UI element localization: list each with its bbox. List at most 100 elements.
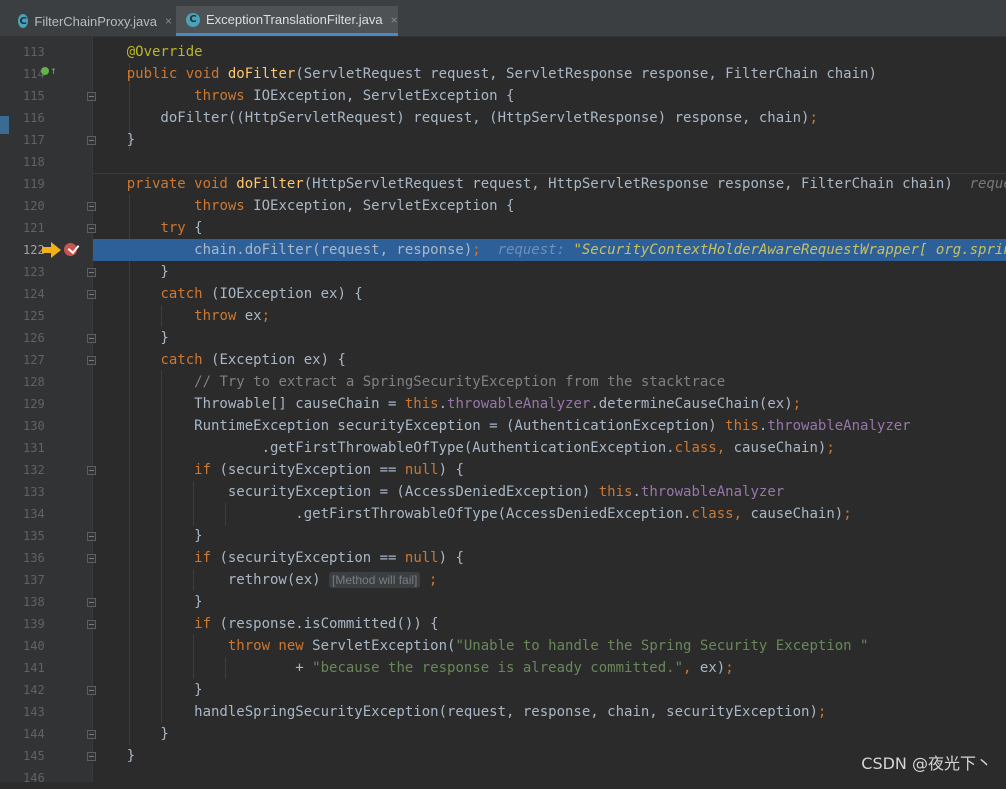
tool-window-strip: [0, 36, 9, 782]
code-editor[interactable]: @Override public void doFilter(ServletRe…: [93, 36, 1006, 782]
code-line[interactable]: .getFirstThrowableOfType(AccessDeniedExc…: [93, 503, 1006, 525]
fold-marker-icon[interactable]: [87, 92, 96, 101]
code-line[interactable]: [93, 151, 1006, 173]
line-number[interactable]: 123: [23, 261, 53, 283]
code-line[interactable]: public void doFilter(ServletRequest requ…: [93, 63, 1006, 85]
fold-marker-icon[interactable]: [87, 202, 96, 211]
fold-marker-icon[interactable]: [87, 224, 96, 233]
line-number[interactable]: 144: [23, 723, 53, 745]
code-token: {: [194, 220, 203, 236]
code-line[interactable]: securityException = (AccessDeniedExcepti…: [93, 481, 1006, 503]
code-line[interactable]: + "because the response is already commi…: [93, 657, 1006, 679]
fold-marker-icon[interactable]: [87, 268, 96, 277]
line-number[interactable]: 115: [23, 85, 53, 107]
line-number[interactable]: 134: [23, 503, 53, 525]
code-line[interactable]: rethrow(ex) [Method will fail] ;: [93, 569, 1006, 591]
line-number[interactable]: 119: [23, 173, 53, 195]
line-number[interactable]: 133: [23, 481, 53, 503]
line-number[interactable]: 124: [23, 283, 53, 305]
fold-marker-icon[interactable]: [87, 554, 96, 563]
line-number[interactable]: 128: [23, 371, 53, 393]
code-line[interactable]: }: [93, 679, 1006, 701]
line-number[interactable]: 125: [23, 305, 53, 327]
code-token: private void: [126, 176, 237, 192]
line-number[interactable]: 140: [23, 635, 53, 657]
code-line[interactable]: .getFirstThrowableOfType(AuthenticationE…: [93, 437, 1006, 459]
code-line[interactable]: if (securityException == null) {: [93, 547, 1006, 569]
code-line[interactable]: if (securityException == null) {: [93, 459, 1006, 481]
line-number[interactable]: 143: [23, 701, 53, 723]
fold-marker-icon[interactable]: [87, 466, 96, 475]
line-number[interactable]: 131: [23, 437, 53, 459]
code-line[interactable]: throw ex;: [93, 305, 1006, 327]
breakpoint-icon[interactable]: [64, 243, 77, 256]
code-line[interactable]: throws IOException, ServletException {: [93, 85, 1006, 107]
line-number[interactable]: 116: [23, 107, 53, 129]
line-number[interactable]: 136: [23, 547, 53, 569]
fold-marker-icon[interactable]: [87, 620, 96, 629]
code-line[interactable]: throws IOException, ServletException {: [93, 195, 1006, 217]
fold-marker-icon[interactable]: [87, 356, 96, 365]
implements-method-icon[interactable]: [41, 67, 49, 75]
tab-exception-translation-filter[interactable]: C ExceptionTranslationFilter.java ×: [176, 6, 398, 36]
code-line[interactable]: }: [93, 723, 1006, 745]
code-token: if: [194, 550, 220, 566]
fold-marker-icon[interactable]: [87, 334, 96, 343]
code-line[interactable]: handleSpringSecurityException(request, r…: [93, 701, 1006, 723]
fold-marker-icon[interactable]: [87, 752, 96, 761]
line-number[interactable]: 126: [23, 327, 53, 349]
close-icon[interactable]: ×: [165, 14, 172, 28]
fold-marker-icon[interactable]: [87, 532, 96, 541]
code-line[interactable]: @Override: [93, 41, 1006, 63]
line-number[interactable]: 114: [23, 63, 53, 85]
line-number[interactable]: 120: [23, 195, 53, 217]
code-line[interactable]: }: [93, 525, 1006, 547]
line-number[interactable]: 113: [23, 41, 53, 63]
line-number[interactable]: 127: [23, 349, 53, 371]
line-number[interactable]: 142: [23, 679, 53, 701]
current-execution-line[interactable]: chain.doFilter(request, response); reque…: [93, 239, 1006, 261]
close-icon[interactable]: ×: [391, 13, 398, 27]
code-line[interactable]: RuntimeException securityException = (Au…: [93, 415, 1006, 437]
code-token: "because the response is already committ…: [312, 660, 684, 676]
line-number[interactable]: 135: [23, 525, 53, 547]
tab-filter-chain-proxy[interactable]: C FilterChainProxy.java ×: [8, 6, 172, 36]
fold-marker-icon[interactable]: [87, 686, 96, 695]
code-line[interactable]: private void doFilter(HttpServletRequest…: [93, 173, 1006, 195]
line-number[interactable]: 132: [23, 459, 53, 481]
code-line[interactable]: Throwable[] causeChain = this.throwableA…: [93, 393, 1006, 415]
fold-marker-icon[interactable]: [87, 290, 96, 299]
fold-marker-icon[interactable]: [87, 730, 96, 739]
line-number[interactable]: 129: [23, 393, 53, 415]
code-line[interactable]: try {: [93, 217, 1006, 239]
code-line[interactable]: }: [93, 327, 1006, 349]
code-token: (securityException ==: [219, 462, 405, 478]
code-line[interactable]: }: [93, 129, 1006, 151]
code-line[interactable]: catch (IOException ex) {: [93, 283, 1006, 305]
line-number[interactable]: 117: [23, 129, 53, 151]
fold-marker-icon[interactable]: [87, 598, 96, 607]
code-token: (Exception ex) {: [211, 352, 346, 368]
code-token: null: [404, 550, 439, 566]
editor-gutter[interactable]: 113 114 115 116 117 118 119 120 121 122 123 124 125 1…: [9, 36, 93, 785]
line-number[interactable]: 137: [23, 569, 53, 591]
line-number[interactable]: 141: [23, 657, 53, 679]
code-line[interactable]: if (response.isCommitted()) {: [93, 613, 1006, 635]
code-line[interactable]: // Try to extract a SpringSecurityExcept…: [93, 371, 1006, 393]
code-line[interactable]: doFilter((HttpServletRequest) request, (…: [93, 107, 1006, 129]
line-number[interactable]: 118: [23, 151, 53, 173]
line-number[interactable]: 139: [23, 613, 53, 635]
line-number[interactable]: 130: [23, 415, 53, 437]
line-number[interactable]: 145: [23, 745, 53, 767]
line-number[interactable]: 146: [23, 767, 53, 789]
code-line[interactable]: }: [93, 591, 1006, 613]
code-line[interactable]: }: [93, 261, 1006, 283]
line-number[interactable]: 121: [23, 217, 53, 239]
code-line[interactable]: throw new ServletException("Unable to ha…: [93, 635, 1006, 657]
fold-marker-icon[interactable]: [87, 136, 96, 145]
line-number[interactable]: 138: [23, 591, 53, 613]
code-line[interactable]: catch (Exception ex) {: [93, 349, 1006, 371]
